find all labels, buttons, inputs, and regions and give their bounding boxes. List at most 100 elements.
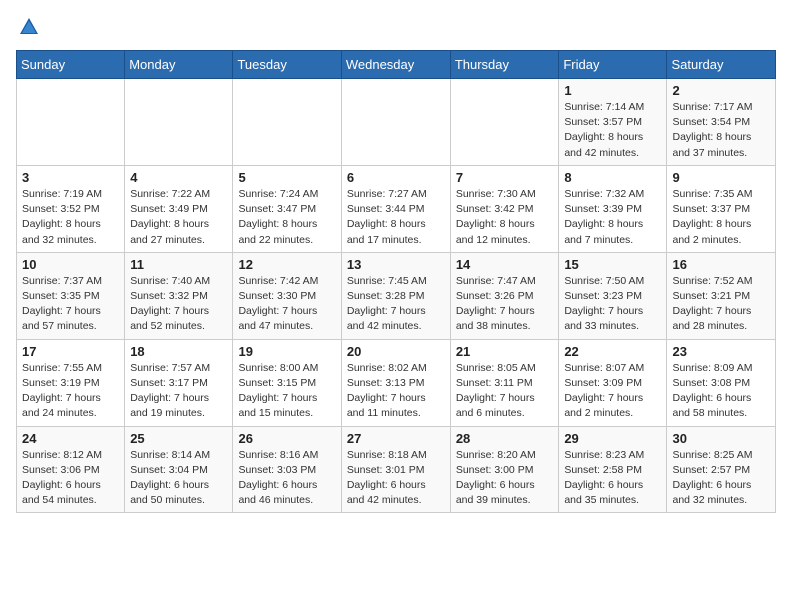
weekday-header-cell: Wednesday xyxy=(341,51,450,79)
day-info: Sunrise: 7:14 AM Sunset: 3:57 PM Dayligh… xyxy=(564,100,661,161)
day-info: Sunrise: 7:57 AM Sunset: 3:17 PM Dayligh… xyxy=(130,361,227,422)
day-info: Sunrise: 8:20 AM Sunset: 3:00 PM Dayligh… xyxy=(456,448,554,509)
day-info: Sunrise: 7:30 AM Sunset: 3:42 PM Dayligh… xyxy=(456,187,554,248)
day-number: 13 xyxy=(347,257,445,272)
day-number: 25 xyxy=(130,431,227,446)
day-number: 12 xyxy=(238,257,335,272)
day-info: Sunrise: 7:32 AM Sunset: 3:39 PM Dayligh… xyxy=(564,187,661,248)
day-info: Sunrise: 7:55 AM Sunset: 3:19 PM Dayligh… xyxy=(22,361,119,422)
day-number: 1 xyxy=(564,83,661,98)
day-info: Sunrise: 8:16 AM Sunset: 3:03 PM Dayligh… xyxy=(238,448,335,509)
day-info: Sunrise: 8:14 AM Sunset: 3:04 PM Dayligh… xyxy=(130,448,227,509)
day-number: 29 xyxy=(564,431,661,446)
calendar-cell: 7 Sunrise: 7:30 AM Sunset: 3:42 PM Daylig… xyxy=(450,165,559,252)
day-info: Sunrise: 7:35 AM Sunset: 3:37 PM Dayligh… xyxy=(672,187,770,248)
calendar-cell xyxy=(17,79,125,166)
day-info: Sunrise: 8:02 AM Sunset: 3:13 PM Dayligh… xyxy=(347,361,445,422)
weekday-header-cell: Sunday xyxy=(17,51,125,79)
calendar-cell: 2 Sunrise: 7:17 AM Sunset: 3:54 PM Daylig… xyxy=(667,79,776,166)
calendar-cell: 18 Sunrise: 7:57 AM Sunset: 3:17 PM Dayli… xyxy=(125,339,233,426)
day-info: Sunrise: 7:17 AM Sunset: 3:54 PM Dayligh… xyxy=(672,100,770,161)
weekday-header-cell: Monday xyxy=(125,51,233,79)
calendar-cell: 4 Sunrise: 7:22 AM Sunset: 3:49 PM Daylig… xyxy=(125,165,233,252)
calendar-cell: 28Sunrise: 8:20 AM Sunset: 3:00 PM Dayli… xyxy=(450,426,559,513)
calendar-cell: 30 Sunrise: 8:25 AM Sunset: 2:57 PM Dayli… xyxy=(667,426,776,513)
calendar-cell: 1 Sunrise: 7:14 AM Sunset: 3:57 PM Daylig… xyxy=(559,79,667,166)
day-info: Sunrise: 7:52 AM Sunset: 3:21 PM Dayligh… xyxy=(672,274,770,335)
calendar-cell: 17 Sunrise: 7:55 AM Sunset: 3:19 PM Dayli… xyxy=(17,339,125,426)
calendar-cell: 26 Sunrise: 8:16 AM Sunset: 3:03 PM Dayli… xyxy=(233,426,341,513)
day-info: Sunrise: 8:00 AM Sunset: 3:15 PM Dayligh… xyxy=(238,361,335,422)
calendar-cell: 6 Sunrise: 7:27 AM Sunset: 3:44 PM Daylig… xyxy=(341,165,450,252)
page-header xyxy=(16,16,776,38)
logo-icon xyxy=(18,16,40,38)
day-info: Sunrise: 7:24 AM Sunset: 3:47 PM Dayligh… xyxy=(238,187,335,248)
calendar-cell: 10Sunrise: 7:37 AM Sunset: 3:35 PM Dayli… xyxy=(17,252,125,339)
day-number: 2 xyxy=(672,83,770,98)
day-info: Sunrise: 8:23 AM Sunset: 2:58 PM Dayligh… xyxy=(564,448,661,509)
day-info: Sunrise: 8:07 AM Sunset: 3:09 PM Dayligh… xyxy=(564,361,661,422)
day-info: Sunrise: 8:12 AM Sunset: 3:06 PM Dayligh… xyxy=(22,448,119,509)
day-number: 20 xyxy=(347,344,445,359)
day-info: Sunrise: 7:50 AM Sunset: 3:23 PM Dayligh… xyxy=(564,274,661,335)
day-number: 11 xyxy=(130,257,227,272)
day-info: Sunrise: 7:45 AM Sunset: 3:28 PM Dayligh… xyxy=(347,274,445,335)
day-number: 14 xyxy=(456,257,554,272)
day-info: Sunrise: 7:27 AM Sunset: 3:44 PM Dayligh… xyxy=(347,187,445,248)
day-number: 3 xyxy=(22,170,119,185)
day-info: Sunrise: 7:37 AM Sunset: 3:35 PM Dayligh… xyxy=(22,274,119,335)
day-info: Sunrise: 7:19 AM Sunset: 3:52 PM Dayligh… xyxy=(22,187,119,248)
calendar-week-row: 17 Sunrise: 7:55 AM Sunset: 3:19 PM Dayli… xyxy=(17,339,776,426)
weekday-header-cell: Friday xyxy=(559,51,667,79)
day-info: Sunrise: 8:18 AM Sunset: 3:01 PM Dayligh… xyxy=(347,448,445,509)
day-number: 19 xyxy=(238,344,335,359)
day-number: 22 xyxy=(564,344,661,359)
calendar-cell: 27Sunrise: 8:18 AM Sunset: 3:01 PM Dayli… xyxy=(341,426,450,513)
day-number: 4 xyxy=(130,170,227,185)
day-info: Sunrise: 8:05 AM Sunset: 3:11 PM Dayligh… xyxy=(456,361,554,422)
day-number: 5 xyxy=(238,170,335,185)
calendar-cell: 24 Sunrise: 8:12 AM Sunset: 3:06 PM Dayli… xyxy=(17,426,125,513)
calendar-week-row: 24 Sunrise: 8:12 AM Sunset: 3:06 PM Dayli… xyxy=(17,426,776,513)
day-info: Sunrise: 7:47 AM Sunset: 3:26 PM Dayligh… xyxy=(456,274,554,335)
day-info: Sunrise: 7:22 AM Sunset: 3:49 PM Dayligh… xyxy=(130,187,227,248)
day-number: 9 xyxy=(672,170,770,185)
weekday-header-row: SundayMondayTuesdayWednesdayThursdayFrid… xyxy=(17,51,776,79)
day-number: 7 xyxy=(456,170,554,185)
day-info: Sunrise: 8:09 AM Sunset: 3:08 PM Dayligh… xyxy=(672,361,770,422)
calendar-cell xyxy=(125,79,233,166)
calendar-cell: 21 Sunrise: 8:05 AM Sunset: 3:11 PM Dayli… xyxy=(450,339,559,426)
calendar-cell: 12 Sunrise: 7:42 AM Sunset: 3:30 PM Dayli… xyxy=(233,252,341,339)
day-info: Sunrise: 8:25 AM Sunset: 2:57 PM Dayligh… xyxy=(672,448,770,509)
logo xyxy=(16,16,40,38)
calendar-cell xyxy=(450,79,559,166)
calendar-cell: 22 Sunrise: 8:07 AM Sunset: 3:09 PM Dayli… xyxy=(559,339,667,426)
day-number: 16 xyxy=(672,257,770,272)
calendar-week-row: 1 Sunrise: 7:14 AM Sunset: 3:57 PM Daylig… xyxy=(17,79,776,166)
day-number: 6 xyxy=(347,170,445,185)
calendar-cell: 3 Sunrise: 7:19 AM Sunset: 3:52 PM Daylig… xyxy=(17,165,125,252)
calendar-cell: 11 Sunrise: 7:40 AM Sunset: 3:32 PM Dayli… xyxy=(125,252,233,339)
calendar-cell: 19 Sunrise: 8:00 AM Sunset: 3:15 PM Dayli… xyxy=(233,339,341,426)
calendar-cell: 23 Sunrise: 8:09 AM Sunset: 3:08 PM Dayli… xyxy=(667,339,776,426)
calendar-cell: 20 Sunrise: 8:02 AM Sunset: 3:13 PM Dayli… xyxy=(341,339,450,426)
calendar-table: SundayMondayTuesdayWednesdayThursdayFrid… xyxy=(16,50,776,513)
day-number: 23 xyxy=(672,344,770,359)
day-number: 24 xyxy=(22,431,119,446)
calendar-cell: 14 Sunrise: 7:47 AM Sunset: 3:26 PM Dayli… xyxy=(450,252,559,339)
day-number: 26 xyxy=(238,431,335,446)
day-info: Sunrise: 7:40 AM Sunset: 3:32 PM Dayligh… xyxy=(130,274,227,335)
calendar-week-row: 3 Sunrise: 7:19 AM Sunset: 3:52 PM Daylig… xyxy=(17,165,776,252)
weekday-header-cell: Tuesday xyxy=(233,51,341,79)
day-number: 18 xyxy=(130,344,227,359)
day-number: 30 xyxy=(672,431,770,446)
weekday-header-cell: Thursday xyxy=(450,51,559,79)
day-number: 17 xyxy=(22,344,119,359)
calendar-cell: 25 Sunrise: 8:14 AM Sunset: 3:04 PM Dayli… xyxy=(125,426,233,513)
weekday-header-cell: Saturday xyxy=(667,51,776,79)
day-info: Sunrise: 7:42 AM Sunset: 3:30 PM Dayligh… xyxy=(238,274,335,335)
day-number: 21 xyxy=(456,344,554,359)
calendar-cell: 15Sunrise: 7:50 AM Sunset: 3:23 PM Dayli… xyxy=(559,252,667,339)
calendar-cell: 13 Sunrise: 7:45 AM Sunset: 3:28 PM Dayli… xyxy=(341,252,450,339)
calendar-cell xyxy=(233,79,341,166)
